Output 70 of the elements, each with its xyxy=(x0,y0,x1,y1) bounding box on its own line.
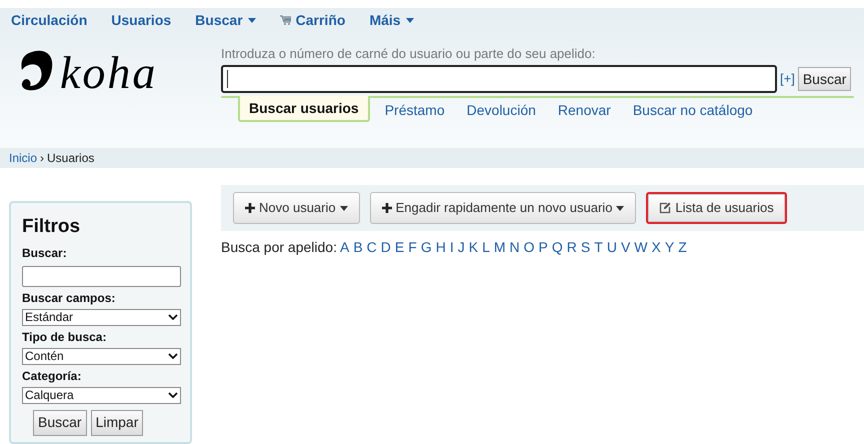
caret-icon xyxy=(406,18,414,22)
letter-link[interactable]: Z xyxy=(678,237,687,258)
letter-link[interactable]: G xyxy=(420,237,432,258)
chevron-down-icon xyxy=(168,392,178,398)
field-label: Buscar campos: xyxy=(22,290,116,306)
toolbar-button[interactable]: Lista de usuarios xyxy=(646,192,787,224)
caret-icon xyxy=(616,206,624,210)
letter-link[interactable]: A xyxy=(340,237,350,258)
cart-icon xyxy=(280,15,291,25)
search-label: Introduza o número de carné do usuario ou parte do seu apelido: xyxy=(221,45,596,62)
nav-link[interactable]: Circulación xyxy=(11,10,88,30)
letter-link[interactable]: U xyxy=(606,237,617,258)
letter-link[interactable]: O xyxy=(524,237,535,258)
letter-link[interactable]: W xyxy=(634,237,648,258)
letter-link[interactable]: K xyxy=(468,237,478,258)
chevron-down-icon xyxy=(168,353,178,359)
filter-button[interactable]: Buscar xyxy=(33,410,87,436)
text-field[interactable] xyxy=(22,266,181,286)
koha-logo: koha xyxy=(18,46,186,96)
letter-link[interactable]: F xyxy=(408,237,417,258)
letter-link[interactable]: Q xyxy=(552,237,563,258)
letter-link[interactable]: S xyxy=(580,237,590,258)
caret-icon xyxy=(248,18,256,22)
filters-title: Filtros xyxy=(22,215,82,239)
letter-link[interactable]: D xyxy=(380,237,391,258)
letter-link[interactable]: X xyxy=(652,237,661,258)
letter-link[interactable]: T xyxy=(594,237,603,258)
nav-link[interactable]: Usuarios xyxy=(111,10,172,30)
toolbar-button[interactable]: Engadir rapidamente un novo usuario xyxy=(370,192,636,224)
caret-icon xyxy=(340,206,348,210)
letter-link[interactable]: H xyxy=(436,237,446,258)
search-tab[interactable]: Buscar no catálogo xyxy=(624,96,761,121)
toolbar-button[interactable]: Novo usuario xyxy=(233,192,360,224)
letter-link[interactable]: L xyxy=(482,237,490,258)
plus-icon xyxy=(382,203,392,213)
field-label: Buscar: xyxy=(22,244,68,262)
letters-label: Busca por apelido: xyxy=(221,238,337,257)
letter-link[interactable]: E xyxy=(394,237,404,258)
chevron-down-icon xyxy=(168,314,178,320)
search-tab[interactable]: Renovar xyxy=(550,96,619,121)
letter-link[interactable]: V xyxy=(620,237,630,258)
letter-link[interactable]: R xyxy=(566,237,577,258)
plus-icon xyxy=(245,203,255,213)
letter-link[interactable]: I xyxy=(450,237,454,258)
breadcrumb-current: Usuarios xyxy=(47,150,94,167)
search-tab[interactable]: Préstamo xyxy=(376,96,453,121)
breadcrumb-separator: › xyxy=(40,150,44,167)
nav-link[interactable]: Carriño xyxy=(280,10,346,30)
field-label: Categoría: xyxy=(22,368,82,384)
letter-link[interactable]: Y xyxy=(664,237,674,258)
select-field[interactable]: Contén xyxy=(22,348,181,364)
letter-link[interactable]: C xyxy=(366,237,377,258)
nav-link[interactable]: Buscar xyxy=(195,10,256,30)
filter-button[interactable]: Limpar xyxy=(90,410,144,436)
search-tab[interactable]: Buscar usuarios xyxy=(238,96,370,122)
breadcrumb-link[interactable]: Inicio xyxy=(9,149,38,167)
nav-link[interactable]: Máis xyxy=(369,10,414,30)
edit-icon xyxy=(659,202,672,214)
field-label: Tipo de busca: xyxy=(22,328,108,346)
select-field[interactable]: Estándar xyxy=(22,308,181,326)
select-field[interactable]: Calquera xyxy=(22,386,181,404)
letter-link[interactable]: J xyxy=(458,237,465,258)
letter-link[interactable]: P xyxy=(538,237,548,258)
search-tab[interactable]: Devolución xyxy=(458,96,544,121)
letter-link[interactable]: M xyxy=(494,237,506,258)
search-field[interactable] xyxy=(221,65,777,93)
expand-link[interactable]: [+] xyxy=(780,69,795,89)
search-button[interactable]: Buscar xyxy=(798,67,852,91)
letter-link[interactable]: N xyxy=(510,237,520,258)
letter-link[interactable]: B xyxy=(353,237,363,258)
